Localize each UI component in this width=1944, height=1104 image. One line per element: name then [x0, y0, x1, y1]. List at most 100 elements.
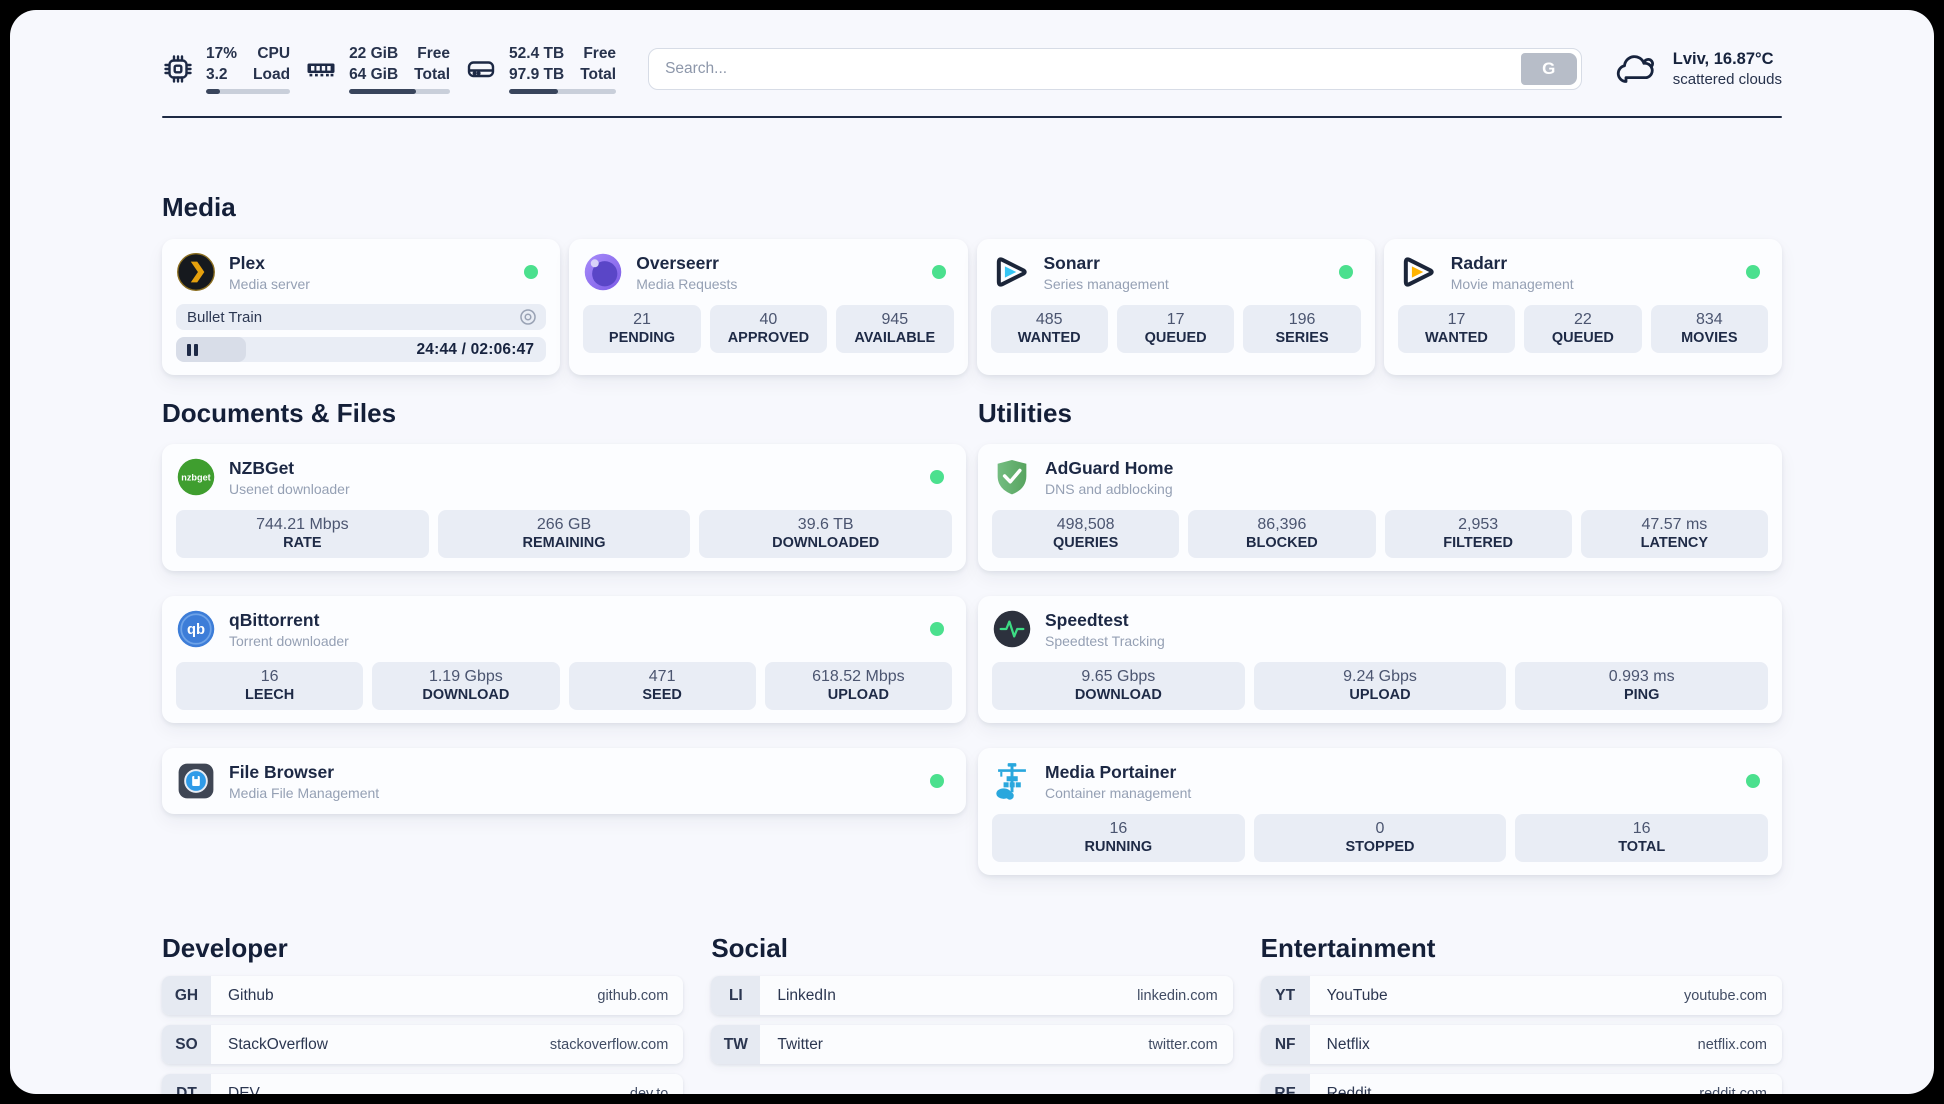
app-name: Media Portainer	[1045, 761, 1177, 782]
app-name: File Browser	[229, 761, 335, 782]
search-engine-button[interactable]: G	[1520, 53, 1577, 86]
app-card-overseerr[interactable]: Overseerr Media Requests 21 PENDING 40 APP…	[569, 239, 968, 376]
stat-box: 196 SERIES	[1243, 305, 1361, 354]
bookmark-url: linkedin.com	[1137, 987, 1218, 1004]
app-subtitle: Media Requests	[636, 275, 738, 292]
bookmark-youtube[interactable]: YT YouTube youtube.com	[1260, 976, 1782, 1016]
media-cards-row: Plex Media server Bullet Train 24:44 / 0	[162, 239, 1782, 376]
bookmark-netflix[interactable]: NF Netflix netflix.com	[1260, 1025, 1782, 1065]
stat-box: 945 AVAILABLE	[836, 305, 954, 354]
bookmark-abbr: TW	[711, 1025, 761, 1065]
bookmark-name: Github	[228, 986, 274, 1004]
bookmark-name: Netflix	[1326, 1035, 1370, 1053]
stat-box: 16 LEECH	[176, 662, 364, 711]
pause-icon	[187, 343, 199, 356]
weather-location-temp: Lviv, 16.87°C	[1672, 50, 1774, 69]
disk-progress-fill	[509, 89, 559, 95]
bookmark-name: LinkedIn	[777, 986, 836, 1004]
bookmark-dev[interactable]: DT DEV dev.to	[162, 1074, 684, 1094]
bookmark-abbr: SO	[162, 1025, 211, 1065]
app-card-sonarr[interactable]: Sonarr Series management 485 WANTED 17 QUE…	[976, 239, 1375, 376]
speedtest-icon	[992, 609, 1032, 649]
cpu-stat: 17% 3.2 CPU Load	[162, 44, 291, 95]
bookmark-name: Reddit	[1326, 1084, 1372, 1094]
stat-box: 498,508 QUERIES	[992, 510, 1180, 559]
record-icon	[520, 309, 537, 326]
status-online-dot	[1338, 265, 1353, 280]
status-online-dot	[930, 470, 944, 485]
bookmark-github[interactable]: GH Github github.com	[162, 976, 684, 1016]
bookmark-twitter[interactable]: TW Twitter twitter.com	[711, 1025, 1233, 1065]
stat-box: 0.993 ms PING	[1515, 662, 1769, 711]
app-subtitle: Usenet downloader	[229, 480, 350, 497]
app-card-adguard[interactable]: AdGuard Home DNS and adblocking 498,508 Q…	[978, 444, 1782, 572]
disk-stat: 52.4 TB 97.9 TB Free Total	[465, 44, 617, 95]
bookmark-abbr: DT	[162, 1074, 211, 1094]
svg-text:nzbget: nzbget	[181, 473, 210, 483]
utilities-column: Utilities AdGuard Home DNS and adblockin…	[978, 375, 1782, 876]
system-stats: 17% 3.2 CPU Load 22 GiB 64 GiB Free Tota…	[162, 44, 617, 95]
ram-label-top: Free	[417, 45, 451, 62]
bookmark-group-entertainment: Entertainment YT YouTube youtube.com NF …	[1260, 875, 1782, 1094]
stat-box: 618.52 Mbps UPLOAD	[764, 662, 952, 711]
search-input[interactable]	[649, 49, 1521, 90]
disk-free-value: 52.4 TB	[509, 45, 565, 62]
app-subtitle: Movie management	[1450, 275, 1574, 292]
app-card-qbittorrent[interactable]: qb qBittorrent Torrent downloader 16 LEEC…	[162, 596, 966, 724]
ram-label-bottom: Total	[414, 66, 451, 84]
ram-stat: 22 GiB 64 GiB Free Total	[305, 44, 451, 95]
bookmark-group-social: Social LI LinkedIn linkedin.com TW Twitt…	[711, 875, 1233, 1094]
stat-box: 16 TOTAL	[1515, 814, 1769, 863]
app-name: Speedtest	[1045, 609, 1129, 630]
app-subtitle: Container management	[1045, 784, 1192, 801]
stat-box: 485 WANTED	[990, 305, 1108, 354]
stat-box: 1.19 Gbps DOWNLOAD	[372, 662, 560, 711]
now-playing-title-row: Bullet Train	[176, 304, 547, 331]
status-online-dot	[930, 622, 944, 637]
bookmark-linkedin[interactable]: LI LinkedIn linkedin.com	[711, 976, 1233, 1016]
ram-total-value: 64 GiB	[349, 66, 399, 84]
bookmark-abbr: RE	[1260, 1074, 1310, 1094]
qbittorrent-icon: qb	[176, 609, 216, 649]
app-card-filebrowser[interactable]: File Browser Media File Management	[162, 748, 966, 815]
app-card-nzbget[interactable]: nzbget NZBGet Usenet downloader 744.21 M…	[162, 444, 966, 572]
ram-progress-fill	[349, 89, 416, 95]
bookmark-url: stackoverflow.com	[549, 1036, 669, 1053]
section-title-utilities: Utilities	[978, 398, 1072, 429]
search-bar: G	[648, 48, 1582, 91]
bookmark-url: dev.to	[629, 1085, 669, 1094]
app-card-radarr[interactable]: Radarr Movie management 17 WANTED 22 QUEUE…	[1383, 239, 1782, 376]
now-playing-time: 24:44 / 02:06:47	[416, 340, 535, 358]
disk-icon	[467, 61, 495, 78]
app-name: Plex	[229, 252, 265, 273]
portainer-icon	[992, 761, 1032, 801]
app-subtitle: Speedtest Tracking	[1045, 632, 1165, 649]
bookmark-abbr: NF	[1260, 1025, 1310, 1065]
app-card-portainer[interactable]: Media Portainer Container management 16 R…	[978, 748, 1782, 876]
cpu-load-value: 3.2	[206, 66, 228, 84]
section-title-social: Social	[711, 933, 788, 964]
ram-free-value: 22 GiB	[349, 45, 399, 62]
bookmark-reddit[interactable]: RE Reddit reddit.com	[1260, 1074, 1782, 1094]
cpu-percent: 17%	[206, 45, 238, 62]
app-card-speedtest[interactable]: Speedtest Speedtest Tracking 9.65 Gbps DO…	[978, 596, 1782, 724]
status-online-dot	[1746, 774, 1760, 789]
cloud-icon	[1616, 55, 1654, 84]
app-card-plex[interactable]: Plex Media server Bullet Train 24:44 / 0	[162, 239, 561, 376]
ram-icon	[307, 63, 335, 77]
bookmark-group-developer: Developer GH Github github.com SO StackO…	[162, 875, 684, 1094]
status-online-dot	[931, 265, 946, 280]
sonarr-icon	[991, 252, 1031, 292]
stat-box: 47.57 ms LATENCY	[1580, 510, 1768, 559]
bookmark-stackoverflow[interactable]: SO StackOverflow stackoverflow.com	[162, 1025, 684, 1065]
bookmark-abbr: YT	[1260, 976, 1310, 1016]
app-subtitle: Series management	[1043, 275, 1169, 292]
overseerr-icon	[583, 252, 623, 292]
cpu-label-top: CPU	[257, 45, 291, 62]
cpu-icon	[164, 55, 192, 83]
bookmark-url: youtube.com	[1683, 987, 1767, 1004]
status-online-dot	[1746, 265, 1760, 280]
weather-widget: Lviv, 16.87°C scattered clouds	[1614, 50, 1782, 88]
stat-box: 266 GB REMAINING	[437, 510, 691, 559]
stat-box: 40 APPROVED	[709, 305, 828, 354]
